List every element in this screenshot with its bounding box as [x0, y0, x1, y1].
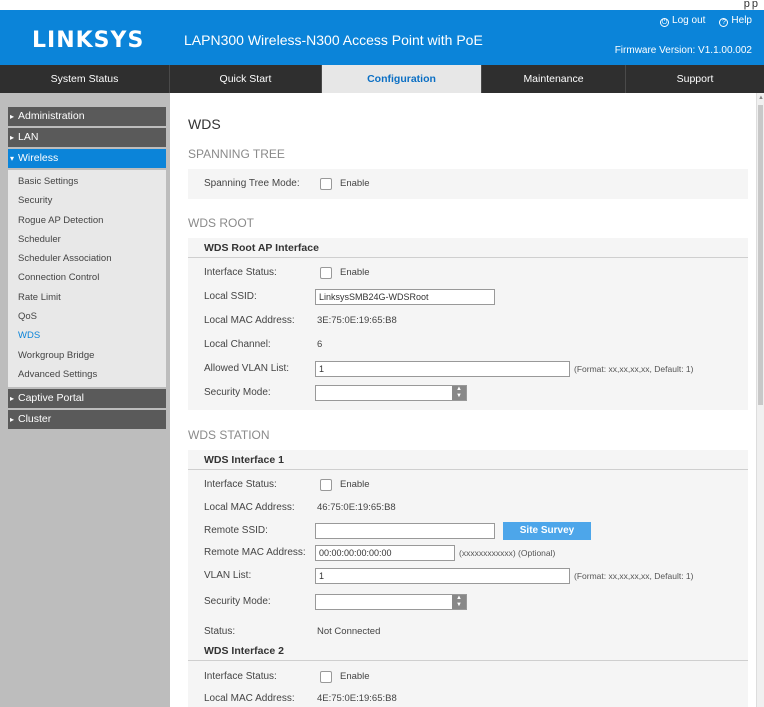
wds-interface-2-head: WDS Interface 2 [188, 641, 748, 661]
section-wds-station: WDS STATION [188, 428, 270, 442]
sidebar-item-qos[interactable]: QoS [8, 307, 166, 326]
root-interface-enable-checkbox[interactable] [320, 267, 332, 279]
tab-configuration[interactable]: Configuration [322, 65, 482, 93]
power-icon: ⏻ [660, 18, 670, 27]
iface2-enable-label: Enable [340, 671, 370, 682]
iface1-local-mac-label: Local MAC Address: [204, 502, 295, 513]
iface1-enable-label: Enable [340, 479, 370, 490]
main-content: WDS SPANNING TREE Spanning Tree Mode: En… [170, 93, 756, 707]
product-name: LAPN300 Wireless-N300 Access Point with … [184, 32, 483, 48]
sidebar-captive-portal[interactable]: ▸ Captive Portal [8, 389, 166, 409]
sidebar-lan[interactable]: ▸ LAN [8, 128, 166, 147]
firmware-version: Firmware Version: V1.1.00.002 [614, 45, 752, 56]
caret-right-icon: ▸ [10, 415, 15, 425]
local-ssid-label: Local SSID: [204, 291, 257, 302]
root-interface-status-label: Interface Status: [204, 267, 277, 278]
caret-right-icon: ▸ [10, 133, 15, 142]
iface1-security-mode-label: Security Mode: [204, 596, 271, 607]
section-spanning-tree: SPANNING TREE [188, 147, 285, 161]
linksys-logo: LINKSYS [32, 28, 145, 53]
sidebar-administration[interactable]: ▸ Administration [8, 107, 166, 126]
wds-root-head: WDS Root AP Interface [188, 238, 748, 258]
main-nav: System Status Quick Start Configuration … [0, 65, 764, 93]
app-header: LINKSYS LAPN300 Wireless-N300 Access Poi… [0, 10, 764, 65]
iface1-enable-checkbox[interactable] [320, 479, 332, 491]
caret-down-icon: ▾ [10, 154, 15, 163]
allowed-vlan-label: Allowed VLAN List: [204, 363, 290, 374]
iface1-status-label: Status: [204, 626, 236, 637]
remote-ssid-input[interactable] [315, 523, 495, 539]
header-links: ⏻ Log out ? Help [660, 15, 752, 27]
scroll-up-icon[interactable]: ▲ [758, 95, 764, 101]
iface2-local-mac-value: 4E:75:0E:19:65:B8 [317, 693, 397, 704]
scrollbar-thumb[interactable] [758, 105, 763, 405]
iface2-enable-checkbox[interactable] [320, 671, 332, 683]
site-survey-button[interactable]: Site Survey [503, 522, 591, 540]
iface2-interface-status-label: Interface Status: [204, 671, 277, 682]
iface1-vlan-label: VLAN List: [204, 570, 252, 581]
page-title: WDS [188, 116, 221, 132]
spanning-tree-mode-label: Spanning Tree Mode: [204, 178, 300, 189]
corner-text: pp [743, 0, 760, 10]
sidebar-item-workgroup-bridge[interactable]: Workgroup Bridge [8, 346, 166, 365]
iface2-local-mac-label: Local MAC Address: [204, 693, 295, 704]
sidebar-item-scheduler-association[interactable]: Scheduler Association [8, 249, 166, 268]
sidebar-item-rate-limit[interactable]: Rate Limit [8, 288, 166, 307]
iface1-vlan-hint: (Format: xx,xx,xx,xx, Default: 1) [574, 571, 694, 581]
sidebar: ▸ Administration ▸ LAN ▾ Wireless Basic Set… [0, 93, 170, 707]
root-security-mode-select[interactable]: ▲ ▼ [315, 385, 467, 401]
section-wds-root: WDS ROOT [188, 216, 254, 230]
sidebar-wireless-submenu: Basic Settings Security Rogue AP Detecti… [8, 170, 166, 388]
spanning-tree-enable-checkbox[interactable] [320, 178, 332, 190]
spanning-tree-enable-label: Enable [340, 178, 370, 189]
logout-link[interactable]: ⏻ Log out [660, 15, 705, 27]
iface1-status-value: Not Connected [317, 626, 381, 637]
tab-maintenance[interactable]: Maintenance [482, 65, 626, 93]
top-strip: pp [0, 0, 764, 10]
tab-system-status[interactable]: System Status [0, 65, 170, 93]
allowed-vlan-hint: (Format: xx,xx,xx,xx, Default: 1) [574, 364, 694, 374]
remote-ssid-label: Remote SSID: [204, 525, 268, 536]
sidebar-item-rogue-ap-detection[interactable]: Rogue AP Detection [8, 211, 166, 230]
tab-support[interactable]: Support [626, 65, 764, 93]
remote-mac-hint: (xxxxxxxxxxxx) (Optional) [459, 548, 556, 558]
local-channel-label: Local Channel: [204, 339, 271, 350]
caret-right-icon: ▸ [10, 112, 15, 121]
local-mac-value: 3E:75:0E:19:65:B8 [317, 315, 397, 326]
sidebar-item-connection-control[interactable]: Connection Control [8, 268, 166, 287]
sidebar-item-security[interactable]: Security [8, 191, 166, 210]
sidebar-cluster[interactable]: ▸ Cluster [8, 410, 166, 430]
help-icon: ? [719, 18, 729, 27]
remote-mac-input[interactable] [315, 545, 455, 561]
sidebar-item-basic-settings[interactable]: Basic Settings [8, 172, 166, 191]
sidebar-item-scheduler[interactable]: Scheduler [8, 230, 166, 249]
caret-right-icon: ▸ [10, 394, 15, 404]
sidebar-item-wds[interactable]: WDS [8, 326, 166, 345]
sidebar-item-advanced-settings[interactable]: Advanced Settings [8, 365, 166, 384]
root-security-mode-label: Security Mode: [204, 387, 271, 398]
content-scrollbar[interactable]: ▲ [756, 93, 764, 707]
sidebar-wireless[interactable]: ▾ Wireless [8, 149, 166, 168]
tab-quick-start[interactable]: Quick Start [170, 65, 322, 93]
help-link[interactable]: ? Help [719, 15, 752, 27]
root-interface-enable-label: Enable [340, 267, 370, 278]
iface1-interface-status-label: Interface Status: [204, 479, 277, 490]
allowed-vlan-input[interactable] [315, 361, 570, 377]
remote-mac-label: Remote MAC Address: [204, 547, 306, 558]
iface1-vlan-input[interactable] [315, 568, 570, 584]
iface1-security-mode-select[interactable]: ▲ ▼ [315, 594, 467, 610]
local-ssid-input[interactable] [315, 289, 495, 305]
local-channel-value: 6 [317, 339, 323, 350]
updown-arrows-icon: ▲ ▼ [452, 386, 466, 400]
updown-arrows-icon: ▲ ▼ [452, 595, 466, 609]
iface1-local-mac-value: 46:75:0E:19:65:B8 [317, 502, 396, 513]
local-mac-label: Local MAC Address: [204, 315, 295, 326]
wds-interface-1-head: WDS Interface 1 [188, 450, 748, 470]
